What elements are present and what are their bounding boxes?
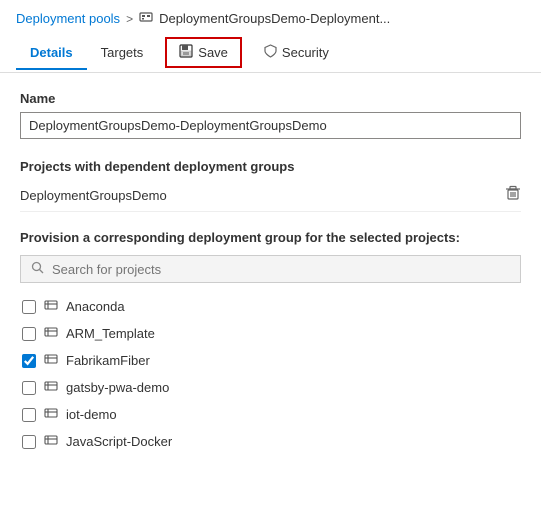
checkbox-javascript-docker[interactable] xyxy=(22,435,36,449)
project-icon-iot-demo xyxy=(44,406,58,423)
project-item-iot-demo: iot-demo xyxy=(20,401,521,428)
project-label-anaconda: Anaconda xyxy=(66,299,125,314)
deployment-pools-icon xyxy=(139,10,153,27)
tab-bar: Details Targets Save Security xyxy=(0,33,541,73)
project-icon-arm-template xyxy=(44,325,58,342)
name-input[interactable] xyxy=(20,112,521,139)
tab-security-label: Security xyxy=(282,45,329,60)
tab-targets[interactable]: Targets xyxy=(87,37,158,70)
tab-details-label: Details xyxy=(30,45,73,60)
project-item-javascript-docker: JavaScript-Docker xyxy=(20,428,521,455)
project-icon-gatsby xyxy=(44,379,58,396)
project-item-gatsby: gatsby-pwa-demo xyxy=(20,374,521,401)
dependent-projects-label: Projects with dependent deployment group… xyxy=(20,159,521,174)
checkbox-iot-demo[interactable] xyxy=(22,408,36,422)
search-box xyxy=(20,255,521,283)
name-field-container: Name xyxy=(20,91,521,139)
provision-label: Provision a corresponding deployment gro… xyxy=(20,230,521,245)
checkbox-fabrikamfiber[interactable] xyxy=(22,354,36,368)
dependent-project-row: DeploymentGroupsDemo xyxy=(20,180,521,212)
tab-details[interactable]: Details xyxy=(16,37,87,70)
project-list: Anaconda ARM_Template xyxy=(20,293,521,455)
dependent-project-name: DeploymentGroupsDemo xyxy=(20,188,167,203)
project-label-arm-template: ARM_Template xyxy=(66,326,155,341)
project-icon-fabrikamfiber xyxy=(44,352,58,369)
tab-security[interactable]: Security xyxy=(250,36,343,69)
content-area: Name Projects with dependent deployment … xyxy=(0,73,541,473)
tab-targets-label: Targets xyxy=(101,45,144,60)
project-item-fabrikamfiber: FabrikamFiber xyxy=(20,347,521,374)
project-label-javascript-docker: JavaScript-Docker xyxy=(66,434,172,449)
checkbox-arm-template[interactable] xyxy=(22,327,36,341)
breadcrumb-separator: > xyxy=(126,12,133,26)
search-input[interactable] xyxy=(52,262,510,277)
breadcrumb: Deployment pools > DeploymentGroupsDemo-… xyxy=(0,0,541,33)
project-item-arm-template: ARM_Template xyxy=(20,320,521,347)
save-disk-icon xyxy=(179,44,193,61)
project-icon-javascript-docker xyxy=(44,433,58,450)
shield-icon xyxy=(264,44,277,61)
delete-project-icon[interactable] xyxy=(505,185,521,206)
checkbox-gatsby[interactable] xyxy=(22,381,36,395)
search-icon xyxy=(31,261,44,277)
breadcrumb-current: DeploymentGroupsDemo-Deployment... xyxy=(159,11,390,26)
project-item-anaconda: Anaconda xyxy=(20,293,521,320)
save-button[interactable]: Save xyxy=(165,37,242,68)
project-icon-anaconda xyxy=(44,298,58,315)
project-label-fabrikamfiber: FabrikamFiber xyxy=(66,353,150,368)
project-label-iot-demo: iot-demo xyxy=(66,407,117,422)
project-label-gatsby: gatsby-pwa-demo xyxy=(66,380,169,395)
checkbox-anaconda[interactable] xyxy=(22,300,36,314)
breadcrumb-link[interactable]: Deployment pools xyxy=(16,11,120,26)
save-label: Save xyxy=(198,45,228,60)
name-label: Name xyxy=(20,91,521,106)
